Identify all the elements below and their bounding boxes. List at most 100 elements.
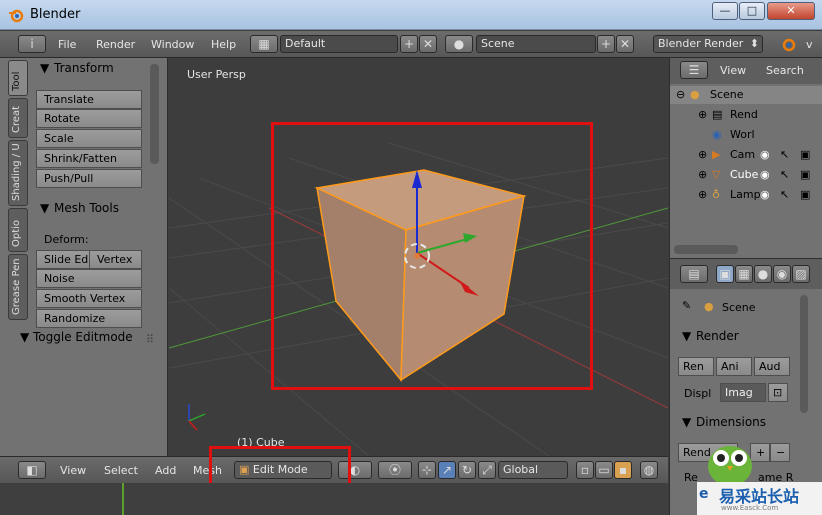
- scale-manipulator-icon[interactable]: ⤢: [478, 461, 496, 479]
- toggle-editmode-disclosure-icon[interactable]: ▼: [20, 330, 29, 344]
- pivot-select[interactable]: ⦿: [378, 461, 412, 479]
- menu-file[interactable]: File: [58, 38, 76, 51]
- scene-field[interactable]: Scene: [476, 35, 596, 53]
- translate-button[interactable]: Translate: [36, 90, 142, 109]
- scene-icon: ●: [690, 88, 700, 101]
- render-camera-icon[interactable]: ▣: [800, 168, 810, 181]
- select-cursor-icon[interactable]: ↖: [780, 188, 789, 201]
- info-header: i File Render Window Help ▦ Default + ✕ …: [0, 31, 822, 58]
- tool-shelf-scrollbar[interactable]: [150, 64, 159, 164]
- outliner-item-cube[interactable]: Cube: [730, 168, 758, 181]
- outliner-item-world[interactable]: Worl: [730, 128, 755, 141]
- layout-field[interactable]: Default: [280, 35, 398, 53]
- face-select-icon[interactable]: ▪: [614, 461, 632, 479]
- menu-window[interactable]: Window: [151, 38, 194, 51]
- slide-vertex-button[interactable]: Vertex: [89, 250, 142, 269]
- outliner-item-scene[interactable]: Scene: [710, 88, 744, 101]
- visibility-eye-icon[interactable]: ◉: [760, 148, 770, 161]
- remove-layout-icon[interactable]: ✕: [419, 35, 437, 53]
- render-panel-header: Render: [696, 329, 739, 343]
- tab-options[interactable]: Optio: [8, 208, 28, 252]
- editor-type-3d-icon[interactable]: ◧: [18, 461, 46, 479]
- mesh-tools-disclosure-icon[interactable]: ▼: [40, 201, 49, 215]
- render-tab-icon[interactable]: ▣: [716, 265, 734, 283]
- close-button[interactable]: ✕: [767, 2, 815, 20]
- maximize-button[interactable]: □: [739, 2, 765, 20]
- noise-button[interactable]: Noise: [36, 269, 142, 288]
- manipulator-icon[interactable]: ⊹: [418, 461, 436, 479]
- add-scene-icon[interactable]: +: [597, 35, 615, 53]
- remove-scene-icon[interactable]: ✕: [616, 35, 634, 53]
- collapse-icon[interactable]: ⊖: [676, 88, 685, 101]
- render-camera-icon[interactable]: ▣: [800, 148, 810, 161]
- display-select[interactable]: Imag: [720, 383, 766, 402]
- timeline[interactable]: [0, 483, 668, 515]
- outliner-item-camera[interactable]: Cam: [730, 148, 755, 161]
- outliner-scrollbar[interactable]: [674, 245, 738, 254]
- animation-button[interactable]: Ani: [716, 357, 752, 376]
- outliner-type-icon[interactable]: ☰: [680, 61, 708, 79]
- scene-tab-icon[interactable]: ●: [754, 265, 772, 283]
- menu-add[interactable]: Add: [155, 464, 176, 477]
- rotate-button[interactable]: Rotate: [36, 109, 142, 128]
- select-cursor-icon[interactable]: ↖: [780, 148, 789, 161]
- transform-disclosure-icon[interactable]: ▼: [40, 61, 49, 75]
- scale-button[interactable]: Scale: [36, 129, 142, 148]
- lock-icon[interactable]: ⊡: [768, 383, 788, 402]
- 3d-viewport[interactable]: User Persp (1) Cube: [169, 58, 668, 456]
- window-title: Blender: [30, 7, 81, 22]
- expand-icon[interactable]: ⊕: [698, 188, 707, 201]
- pin-icon[interactable]: ✎: [682, 299, 691, 312]
- outliner: ☰ View Search ⊖ ● Scene ⊕ ▤ Rend ◉ Worl …: [669, 58, 822, 258]
- object-tab-icon[interactable]: ▨: [792, 265, 810, 283]
- screen-layout-icon[interactable]: ▦: [250, 35, 278, 53]
- outliner-item-renderlayers[interactable]: Rend: [730, 108, 758, 121]
- dimensions-disclosure-icon[interactable]: ▼: [682, 415, 691, 429]
- render-disclosure-icon[interactable]: ▼: [682, 329, 691, 343]
- tab-grease-pencil-label: Grease Pen: [11, 258, 22, 315]
- world-tab-icon[interactable]: ◉: [773, 265, 791, 283]
- randomize-button[interactable]: Randomize: [36, 309, 142, 328]
- render-button[interactable]: Ren: [678, 357, 714, 376]
- translate-manipulator-icon[interactable]: ↗: [438, 461, 456, 479]
- menu-select[interactable]: Select: [104, 464, 138, 477]
- expand-icon[interactable]: ⊕: [698, 108, 707, 121]
- visibility-eye-icon[interactable]: ◉: [760, 188, 770, 201]
- menu-help[interactable]: Help: [211, 38, 236, 51]
- outliner-view-menu[interactable]: View: [720, 64, 746, 77]
- push-pull-button[interactable]: Push/Pull: [36, 169, 142, 188]
- editor-type-info-icon[interactable]: i: [18, 35, 46, 53]
- shrink-fatten-button[interactable]: Shrink/Fatten: [36, 149, 142, 168]
- smooth-vertex-button[interactable]: Smooth Vertex: [36, 289, 142, 308]
- layers-tab-icon[interactable]: ▦: [735, 265, 753, 283]
- menu-view[interactable]: View: [60, 464, 86, 477]
- display-label: Displ: [684, 387, 712, 400]
- orientation-select[interactable]: Global: [498, 461, 568, 479]
- tab-grease-pencil[interactable]: Grease Pen: [8, 254, 28, 320]
- render-engine-select[interactable]: Blender Render ⬍: [653, 35, 763, 53]
- properties-type-icon[interactable]: ▤: [680, 265, 708, 283]
- properties-scrollbar[interactable]: [800, 295, 808, 413]
- scene-icon[interactable]: ●: [445, 35, 473, 53]
- tab-create[interactable]: Creat: [8, 98, 28, 138]
- outliner-search-menu[interactable]: Search: [766, 64, 804, 77]
- rotate-manipulator-icon[interactable]: ↻: [458, 461, 476, 479]
- vertex-select-icon[interactable]: ▫: [576, 461, 594, 479]
- expand-icon[interactable]: ⊕: [698, 168, 707, 181]
- menu-render[interactable]: Render: [96, 38, 135, 51]
- select-cursor-icon[interactable]: ↖: [780, 168, 789, 181]
- add-layout-icon[interactable]: +: [400, 35, 418, 53]
- tab-shading[interactable]: Shading / U: [8, 140, 28, 206]
- tab-tool[interactable]: Tool: [8, 60, 28, 96]
- limit-selection-icon[interactable]: ◍: [640, 461, 658, 479]
- watermark-url: www.Easck.Com: [721, 504, 779, 512]
- slide-edge-button[interactable]: Slide Ed: [36, 250, 90, 269]
- outliner-item-lamp[interactable]: Lamp: [730, 188, 761, 201]
- expand-icon[interactable]: ⊕: [698, 148, 707, 161]
- visibility-eye-icon[interactable]: ◉: [760, 168, 770, 181]
- edge-select-icon[interactable]: ▭: [595, 461, 613, 479]
- render-camera-icon[interactable]: ▣: [800, 188, 810, 201]
- drag-handle-icon[interactable]: ⠿: [146, 333, 154, 346]
- minimize-button[interactable]: —: [712, 2, 738, 20]
- audio-button[interactable]: Aud: [754, 357, 790, 376]
